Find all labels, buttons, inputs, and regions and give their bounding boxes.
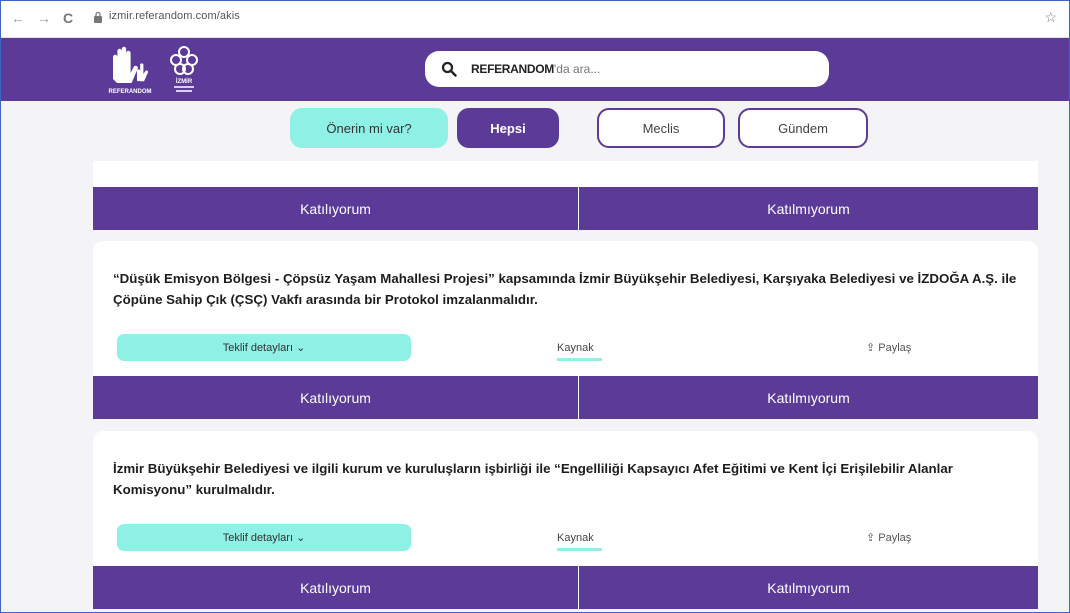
agree-button[interactable]: Katılıyorum [93,376,578,419]
proposal-title: İzmir Büyükşehir Belediyesi ve ilgili ku… [113,461,953,497]
source-link[interactable]: Kaynak [557,532,594,544]
proposal-card: “Düşük Emisyon Bölgesi - Çöpsüz Yaşam Ma… [93,241,1038,376]
forward-icon[interactable]: → [37,9,51,27]
vote-bar: Katılıyorum Katılmıyorum [93,566,1038,609]
agree-button[interactable]: Katılıyorum [93,187,578,230]
disagree-button[interactable]: Katılmıyorum [579,566,1038,609]
search-placeholder: REFERANDOM'da ara... [471,62,600,76]
tab-all[interactable]: Hepsi [457,108,559,148]
filter-bar: Önerin mi var? Hepsi Meclis Gündem [1,101,1069,157]
lock-icon [94,11,102,23]
browser-window: ← → C izmir.referandom.com/akis ☆ REFERA… [0,0,1070,613]
site-header: REFERANDOM İZMİR REFERANDOM'da ara... [1,38,1069,101]
proposal-details-button[interactable]: Teklif detayları ⌄ [117,524,411,551]
tab-meclis[interactable]: Meclis [597,108,725,148]
browser-toolbar: ← → C izmir.referandom.com/akis ☆ [1,1,1069,38]
proposal-title: “Düşük Emisyon Bölgesi - Çöpsüz Yaşam Ma… [113,271,1017,307]
share-button[interactable]: ⇪ Paylaş [866,531,911,544]
source-underline [557,358,602,361]
search-suffix: 'da ara... [554,62,601,76]
proposal-card-partial [93,161,1038,187]
suggest-button[interactable]: Önerin mi var? [290,108,448,148]
search-brand: REFERANDOM [471,62,554,76]
search-icon [441,61,457,77]
reload-icon[interactable]: C [63,9,73,27]
source-underline [557,548,602,551]
share-button[interactable]: ⇪ Paylaş [866,341,911,354]
search-bar[interactable]: REFERANDOM'da ara... [425,51,829,87]
logo-right-text: İZMİR [176,78,193,85]
disagree-button[interactable]: Katılmıyorum [579,376,1038,419]
vote-bar: Katılıyorum Katılmıyorum [93,376,1038,419]
address-bar[interactable]: izmir.referandom.com/akis [109,10,240,22]
logo-left-text: REFERANDOM [109,89,152,95]
tab-gundem[interactable]: Gündem [738,108,868,148]
proposal-card: İzmir Büyükşehir Belediyesi ve ilgili ku… [93,431,1038,566]
back-icon[interactable]: ← [11,9,25,27]
agree-button[interactable]: Katılıyorum [93,566,578,609]
referandom-logo[interactable]: REFERANDOM [99,41,161,97]
proposal-details-button[interactable]: Teklif detayları ⌄ [117,334,411,361]
bookmark-star-icon[interactable]: ☆ [1044,9,1057,26]
vote-bar: Katılıyorum Katılmıyorum [93,187,1038,230]
disagree-button[interactable]: Katılmıyorum [579,187,1038,230]
source-link[interactable]: Kaynak [557,342,594,354]
izmir-kent-logo[interactable]: İZMİR [161,40,207,98]
